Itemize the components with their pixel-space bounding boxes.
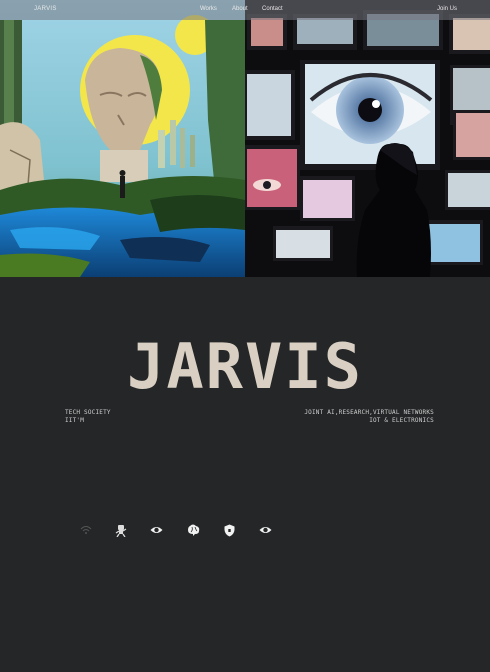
brand-logo[interactable]: JARVIS — [34, 6, 57, 12]
hero-images — [0, 0, 490, 277]
nav-link-contact[interactable]: Contact — [262, 6, 283, 12]
nav-link-about[interactable]: About — [232, 6, 248, 12]
nav-link-works[interactable]: Works — [200, 6, 217, 12]
institute-name: IIT'M — [65, 416, 85, 424]
surreal-statue-landscape-image — [0, 0, 245, 277]
brain-icon — [185, 522, 201, 538]
focus-line-1: JOINT AI,RESEARCH,VIRTUAL NETWORKS — [304, 409, 434, 416]
society-name: TECH SOCIETY — [65, 409, 111, 416]
eyes-on-screens-image — [245, 0, 490, 277]
page-title: JARVIS — [127, 330, 363, 403]
icon-row — [0, 522, 490, 538]
robot-icon — [113, 522, 129, 538]
page: JARVIS Works About Contact Join Us JARVI… — [0, 0, 490, 672]
focus-line-2: IOT & ELECTRONICS — [369, 416, 434, 424]
wifi-icon — [78, 522, 94, 538]
focus-areas: JOINT AI,RESEARCH,VIRTUAL NETWORKS IOT &… — [304, 409, 434, 424]
join-us-button[interactable]: Join Us — [437, 6, 457, 12]
top-nav: JARVIS Works About Contact Join Us — [0, 0, 490, 20]
shield-icon — [221, 522, 237, 538]
eye-icon — [148, 522, 164, 538]
society-info: TECH SOCIETY IIT'M — [65, 409, 111, 424]
eye-icon — [257, 522, 273, 538]
